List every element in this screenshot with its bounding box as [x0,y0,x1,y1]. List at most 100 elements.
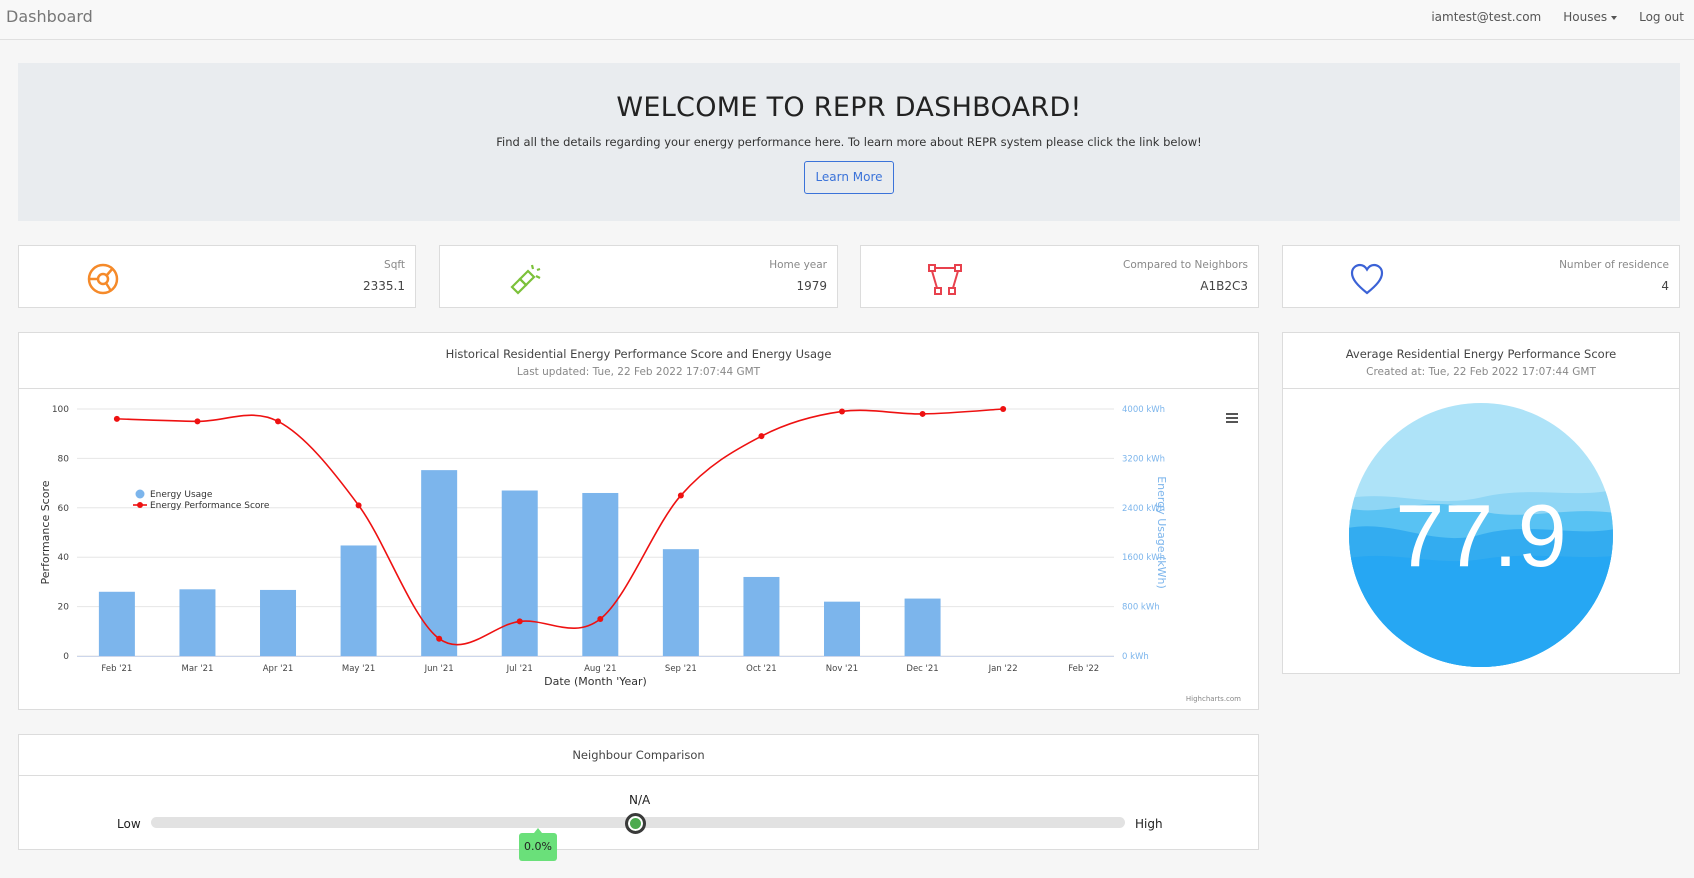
houses-dropdown[interactable]: Houses [1563,10,1618,24]
stat-value: 2335.1 [363,279,405,293]
performance-score-point [677,492,684,499]
legend-score-marker [137,502,143,508]
stat-label: Number of residence [1559,259,1669,271]
energy-usage-bar [421,470,458,656]
slider-high-label: High [1135,817,1163,831]
stat-label: Sqft [384,259,405,271]
gauge-value: 77.9 [1395,486,1566,585]
x-tick-label: Feb '21 [101,664,132,674]
performance-score-point [919,410,926,417]
x-tick-label: Nov '21 [826,664,858,674]
panel-header: Historical Residential Energy Performanc… [19,333,1258,389]
neighbour-value-label: N/A [629,793,651,807]
stat-card-neighbors: Compared to Neighbors A1B2C3 [860,245,1259,308]
historical-chart: 0204060801000 kWh800 kWh1600 kWh2400 kWh… [39,405,1241,703]
performance-score-line [116,408,1004,646]
x-tick-label: Oct '21 [746,664,777,674]
y2-tick-label: 3200 kWh [1122,454,1165,464]
performance-score-point [355,502,362,509]
average-panel-title: Average Residential Energy Performance S… [1345,347,1617,361]
performance-score-point [194,418,201,425]
chart-menu-icon[interactable] [1226,413,1238,423]
chevron-down-icon [1611,15,1618,20]
vector-shape-icon [928,264,962,295]
x-tick-label: Sep '21 [665,664,697,674]
x-tick-label: Dec '21 [906,664,938,674]
user-email-link[interactable]: iamtest@test.com [1431,10,1541,24]
energy-usage-bar [501,490,538,656]
houses-label: Houses [1563,10,1608,24]
y-axis-title: Performance Score [39,480,52,584]
neighbour-title: Neighbour Comparison [19,735,1258,776]
legend-score-label: Energy Performance Score [150,501,270,511]
welcome-text: Find all the details regarding your ener… [496,135,1202,149]
energy-usage-bar [582,492,619,656]
performance-score-point [1000,406,1007,412]
energy-usage-bar [98,591,135,656]
x-tick-label: Feb '22 [1068,664,1099,674]
legend-energy-usage-marker [135,489,145,499]
x-axis-title: Date (Month 'Year) [544,675,647,688]
x-tick-label: Jan '22 [988,664,1018,674]
panel-header: Average Residential Energy Performance S… [1283,333,1679,389]
chart-panel-subtitle: Last updated: Tue, 22 Feb 2022 17:07:44 … [516,366,761,378]
performance-score-point [597,615,604,622]
historical-chart-panel: Historical Residential Energy Performanc… [18,332,1259,710]
x-tick-label: Apr '21 [263,664,294,674]
average-panel-subtitle: Created at: Tue, 22 Feb 2022 17:07:44 GM… [1366,366,1596,378]
energy-usage-bar [340,545,377,656]
flashlight-icon [510,264,541,295]
y2-tick-label: 4000 kWh [1122,405,1165,415]
slider-low-label: Low [117,817,141,831]
chart-panel-title: Historical Residential Energy Performanc… [445,347,832,361]
logout-link[interactable]: Log out [1639,10,1684,24]
neighbour-comparison-panel: Neighbour Comparison N/A Low High 0.0% [18,734,1259,861]
top-navbar: Dashboard iamtest@test.com Houses Log ou… [0,0,1694,40]
performance-score-point [113,415,120,422]
average-score-panel: Average Residential Energy Performance S… [1282,332,1680,674]
y2-tick-label: 0 kWh [1122,652,1149,662]
heart-icon [1350,263,1384,295]
y2-tick-label: 800 kWh [1122,603,1160,613]
brand-title[interactable]: Dashboard [6,7,93,26]
liquid-fill-gauge: 77.9 [1349,403,1613,667]
stat-card-sqft: Sqft 2335.1 [18,245,416,308]
performance-score-point [436,635,443,642]
stat-card-home-year: Home year 1979 [439,245,838,308]
stat-value: 4 [1661,279,1669,293]
stat-value: 1979 [796,279,827,293]
legend-energy-usage-label: Energy Usage [150,490,213,500]
comparison-slider-handle[interactable] [625,813,646,834]
y-tick-label: 0 [63,652,69,662]
stat-card-residence: Number of residence 4 [1282,245,1680,308]
performance-score-point [516,618,523,625]
y-tick-label: 40 [58,553,70,563]
learn-more-button[interactable]: Learn More [804,161,894,194]
highcharts-credit-link[interactable]: Highcharts.com [1186,695,1241,703]
y2-axis-title: Energy Usage (kWh) [1155,476,1168,589]
stat-value: A1B2C3 [1200,279,1248,293]
x-tick-label: May '21 [342,664,375,674]
performance-score-point [275,418,282,425]
nav-right-links: iamtest@test.com Houses Log out [1431,10,1684,24]
stat-label: Home year [769,259,827,271]
slider-tooltip: 0.0% [519,828,557,861]
y-tick-label: 20 [58,603,70,613]
x-tick-label: Jun '21 [424,664,454,674]
energy-usage-bar [904,598,941,656]
welcome-banner: WELCOME TO REPR DASHBOARD! Find all the … [18,63,1680,221]
y-tick-label: 100 [52,405,69,415]
y-tick-label: 60 [58,504,70,514]
x-tick-label: Aug '21 [584,664,616,674]
dashboard-dial-icon [87,263,119,295]
stat-label: Compared to Neighbors [1123,259,1248,271]
energy-usage-bar [743,576,780,656]
energy-usage-bar [260,589,297,656]
energy-usage-bar [824,601,861,656]
y-tick-label: 80 [58,454,70,464]
performance-score-point [758,433,765,440]
energy-usage-bar [662,549,699,656]
energy-usage-bar [179,589,216,656]
performance-score-point [839,408,846,415]
welcome-title: WELCOME TO REPR DASHBOARD! [616,92,1082,123]
